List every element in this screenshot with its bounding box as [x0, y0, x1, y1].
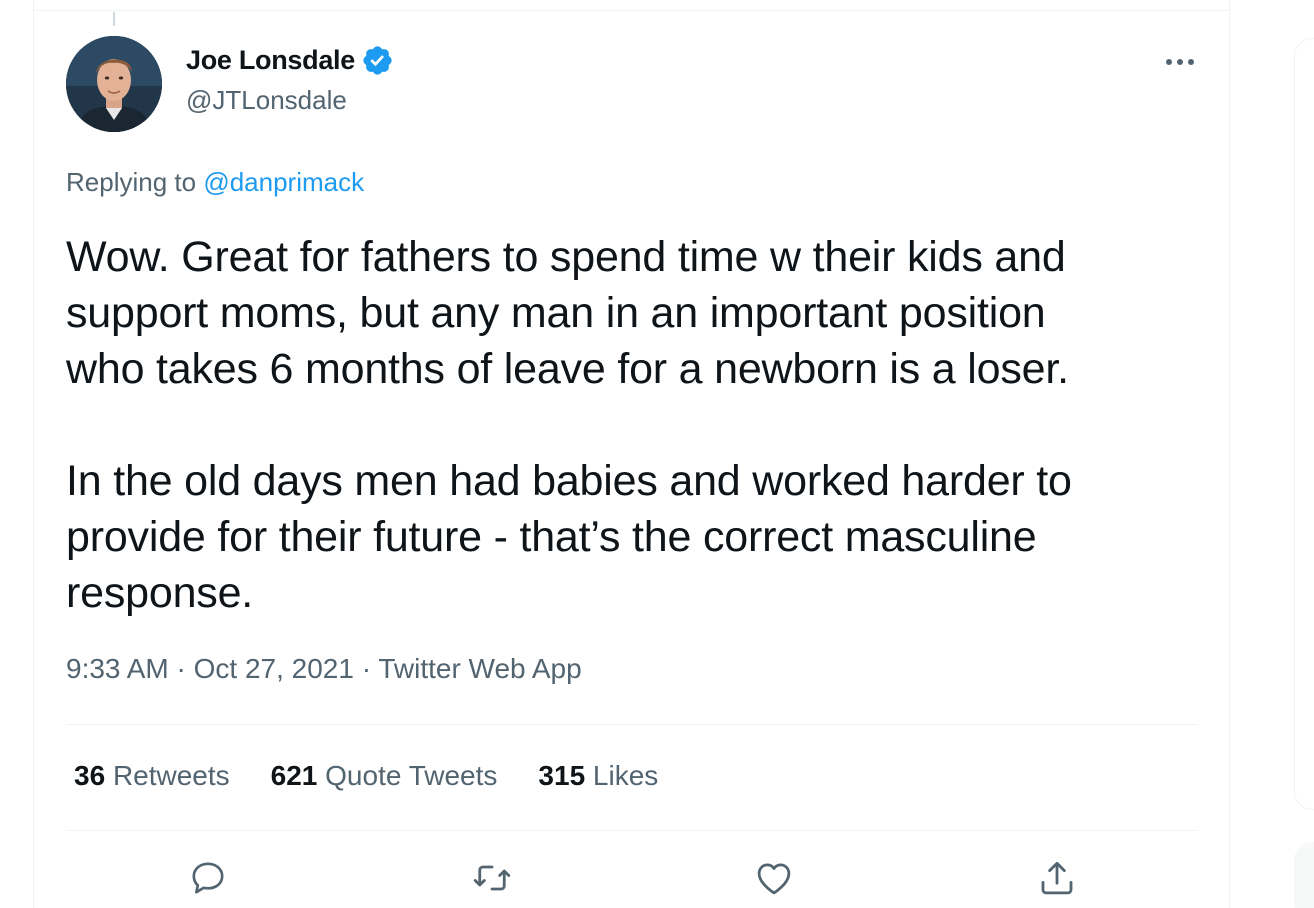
like-icon: [757, 863, 791, 895]
reply-button[interactable]: [186, 856, 230, 900]
sidebar-card-bottom: [1294, 842, 1314, 908]
tweet-page: Joe Lonsdale @JTLonsdale Replying to @da…: [0, 0, 1314, 908]
likes-label: Likes: [592, 760, 659, 791]
tweet-text: Wow. Great for fathers to spend time w t…: [66, 229, 1206, 621]
tweet-paragraph: In the old days men had babies and worke…: [66, 457, 1072, 617]
tweet-timestamp-source[interactable]: 9:33 AM · Oct 27, 2021 · Twitter Web App: [66, 653, 582, 685]
retweets-count: 36: [74, 760, 106, 791]
avatar-image: [66, 36, 162, 132]
quote-tweets-count: 621: [270, 760, 318, 791]
top-divider: [34, 10, 1229, 11]
retweets-stat[interactable]: 36 Retweets: [74, 760, 230, 792]
divider: [66, 830, 1198, 831]
tweet-paragraph: Wow. Great for fathers to spend time w t…: [66, 233, 1069, 393]
reply-icon: [192, 862, 224, 894]
thread-connector-line: [113, 12, 115, 26]
replying-to-mention-link[interactable]: @danprimack: [203, 167, 364, 197]
quote-tweets-stat[interactable]: 621 Quote Tweets: [271, 760, 498, 792]
replying-to: Replying to @danprimack: [66, 167, 364, 198]
author-display-name[interactable]: Joe Lonsdale: [186, 45, 355, 76]
likes-stat[interactable]: 315 Likes: [538, 760, 658, 792]
quote-tweets-label: Quote Tweets: [325, 760, 498, 791]
retweet-icon: [473, 865, 511, 891]
column-border-right: [1229, 0, 1230, 908]
retweets-label: Retweets: [112, 760, 230, 791]
author-handle[interactable]: @JTLonsdale: [186, 85, 347, 116]
author-name-row[interactable]: Joe Lonsdale: [186, 44, 394, 77]
avatar[interactable]: [66, 36, 162, 132]
likes-count: 315: [538, 760, 586, 791]
verified-badge-icon: [361, 44, 394, 77]
retweet-button[interactable]: [470, 856, 514, 900]
like-button[interactable]: [752, 856, 796, 900]
more-options-icon[interactable]: [1160, 50, 1200, 74]
share-button[interactable]: [1035, 856, 1079, 900]
sidebar-card: [1294, 38, 1314, 810]
replying-to-label: Replying to: [66, 167, 197, 197]
column-border-left: [33, 0, 34, 908]
engagement-stats: 36 Retweets 621 Quote Tweets 315 Likes: [74, 760, 699, 792]
divider: [66, 724, 1198, 725]
share-icon: [1041, 861, 1073, 895]
